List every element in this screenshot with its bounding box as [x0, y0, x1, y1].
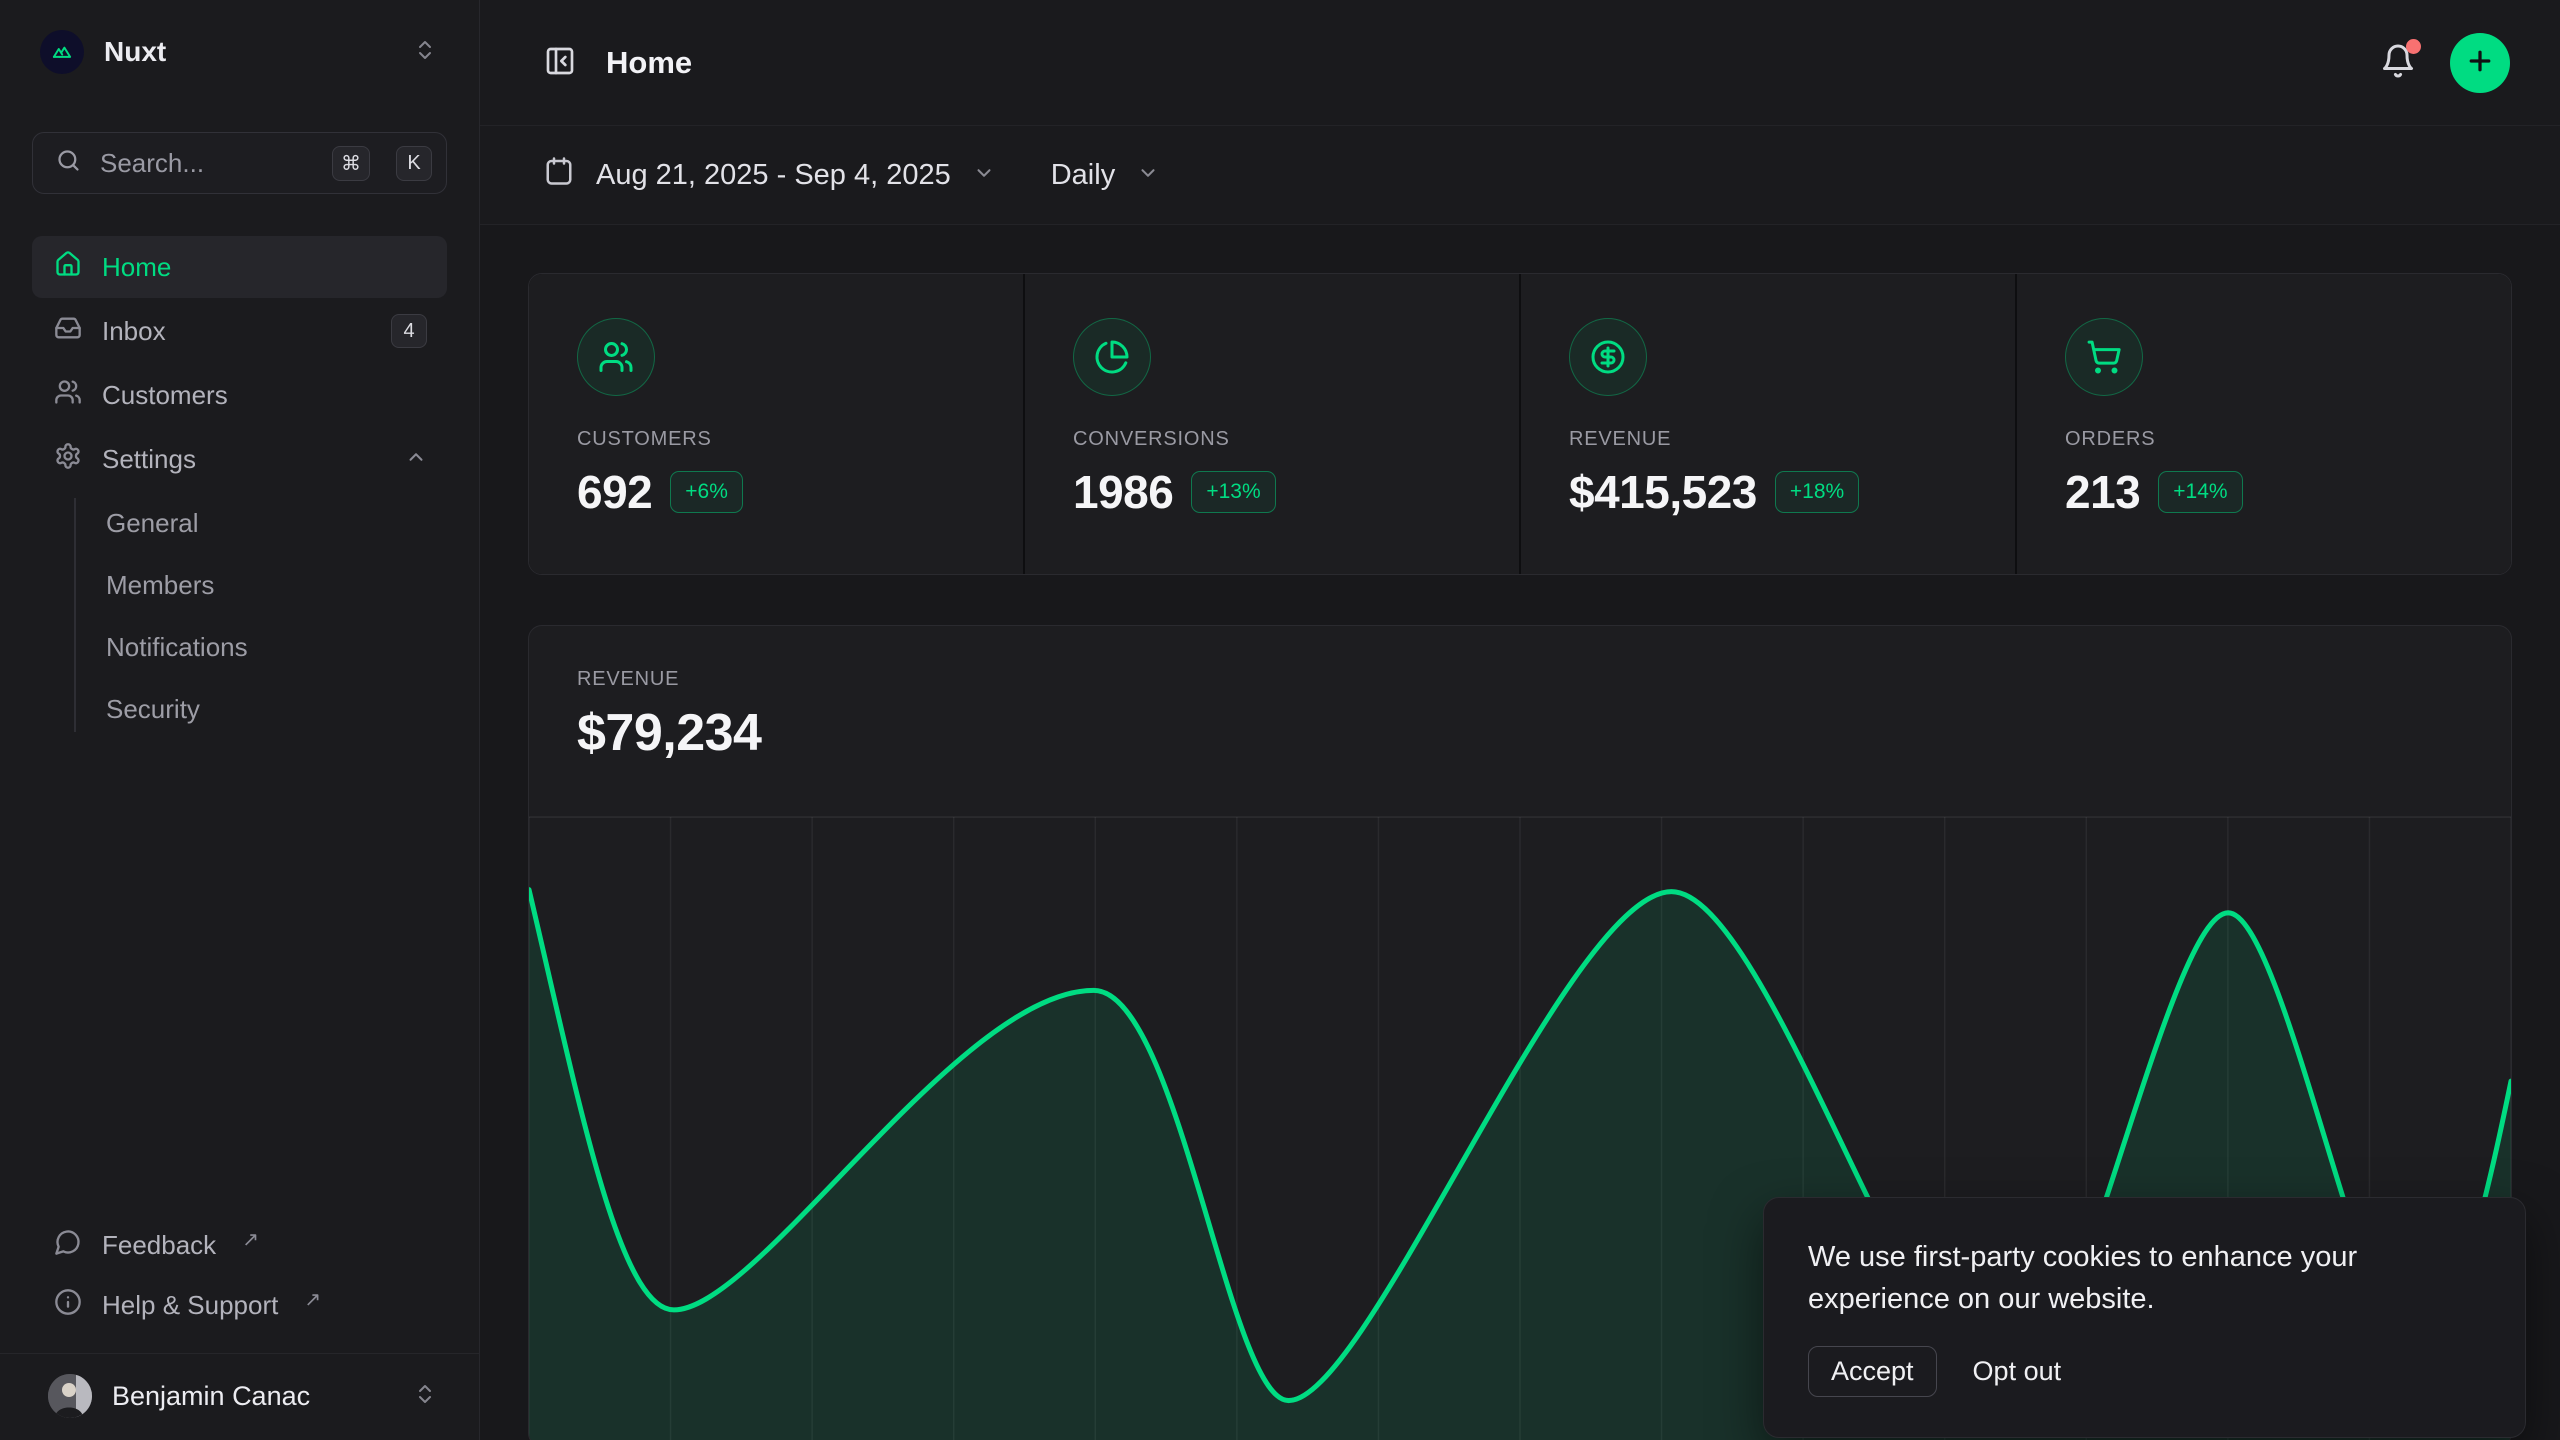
sidebar-item-members[interactable]: Members	[106, 554, 447, 616]
stat-label: CONVERSIONS	[1073, 428, 1471, 451]
search-bar[interactable]: ⌘ K	[32, 132, 447, 194]
sidebar-footer: Feedback ↗ Help & Support ↗	[32, 1217, 447, 1343]
granularity-select[interactable]: Daily	[1051, 159, 1159, 192]
stat-label: REVENUE	[1569, 428, 1967, 451]
accept-button[interactable]: Accept	[1808, 1346, 1937, 1397]
feedback-link[interactable]: Feedback ↗	[32, 1217, 447, 1273]
home-icon	[54, 250, 82, 285]
inbox-icon	[54, 314, 82, 349]
footer-item-label: Help & Support	[102, 1290, 278, 1321]
search-icon	[55, 147, 82, 179]
filters-toolbar: Aug 21, 2025 - Sep 4, 2025 Daily	[480, 126, 2560, 225]
opt-out-button[interactable]: Opt out	[1973, 1347, 2062, 1396]
sidebar-nav: Home Inbox 4 Customers Sett	[32, 236, 447, 740]
stat-label: ORDERS	[2065, 428, 2463, 451]
stat-delta-badge: +18%	[1775, 471, 1859, 513]
cookie-message: We use first-party cookies to enhance yo…	[1808, 1236, 2448, 1320]
stat-card-customers: CUSTOMERS 692 +6%	[529, 274, 1023, 574]
footer-item-label: Feedback	[102, 1230, 216, 1261]
add-button[interactable]	[2450, 33, 2510, 93]
collapse-sidebar-button[interactable]	[544, 45, 576, 80]
stat-card-orders: ORDERS 213 +14%	[2017, 274, 2511, 574]
user-name: Benjamin Canac	[112, 1381, 310, 1412]
stat-delta-badge: +14%	[2158, 471, 2242, 513]
kbd-meta: ⌘	[332, 146, 370, 181]
granularity-label: Daily	[1051, 159, 1115, 192]
calendar-icon	[544, 156, 574, 194]
sidebar: Nuxt ⌘ K Home	[0, 0, 480, 1440]
chevron-down-icon	[973, 159, 995, 192]
users-icon	[577, 318, 655, 396]
kbd-k: K	[396, 146, 432, 181]
team-switcher[interactable]: Nuxt	[32, 24, 447, 80]
stat-value: 213	[2065, 465, 2140, 519]
sidebar-item-notifications[interactable]: Notifications	[106, 616, 447, 678]
date-range-picker[interactable]: Aug 21, 2025 - Sep 4, 2025	[544, 156, 995, 194]
revenue-panel-label: REVENUE	[577, 668, 2463, 691]
sidebar-item-label: Inbox	[102, 316, 166, 347]
dollar-circle-icon	[1569, 318, 1647, 396]
external-link-icon: ↗	[304, 1287, 321, 1312]
inbox-count-badge: 4	[391, 314, 427, 348]
search-input[interactable]	[100, 148, 314, 179]
page-title: Home	[606, 45, 692, 81]
users-icon	[54, 378, 82, 413]
sidebar-item-inbox[interactable]: Inbox 4	[32, 300, 447, 362]
sidebar-item-label: Settings	[102, 444, 196, 475]
stat-value: 692	[577, 465, 652, 519]
chevrons-up-down-icon	[413, 38, 437, 67]
revenue-panel-value: $79,234	[577, 703, 2463, 763]
user-menu[interactable]: Benjamin Canac	[32, 1354, 447, 1440]
cookie-banner: We use first-party cookies to enhance yo…	[1763, 1197, 2526, 1438]
sidebar-item-label: Customers	[102, 380, 228, 411]
avatar	[48, 1374, 92, 1418]
stat-card-conversions: CONVERSIONS 1986 +13%	[1025, 274, 1519, 574]
gear-icon	[54, 442, 82, 477]
panel-left-close-icon	[544, 45, 576, 80]
app-root: Nuxt ⌘ K Home	[0, 0, 2560, 1440]
speech-bubble-icon	[54, 1228, 82, 1263]
date-range-label: Aug 21, 2025 - Sep 4, 2025	[596, 159, 951, 192]
notification-dot	[2406, 39, 2421, 54]
settings-submenu: General Members Notifications Security	[32, 492, 447, 740]
sidebar-item-label: Home	[102, 252, 171, 283]
chevrons-up-down-icon	[413, 1382, 437, 1411]
nuxt-logo-icon	[40, 30, 84, 74]
shopping-cart-icon	[2065, 318, 2143, 396]
sidebar-item-general[interactable]: General	[106, 492, 447, 554]
notifications-button[interactable]	[2380, 43, 2416, 82]
pie-chart-icon	[1073, 318, 1151, 396]
plus-icon	[2465, 46, 2495, 79]
brand-name: Nuxt	[104, 36, 166, 68]
page-header: Home	[480, 0, 2560, 126]
help-support-link[interactable]: Help & Support ↗	[32, 1277, 447, 1333]
stats-grid: CUSTOMERS 692 +6% CONVERSIONS 1986 +13%	[528, 273, 2512, 575]
sidebar-item-security[interactable]: Security	[106, 678, 447, 740]
stat-value: 1986	[1073, 465, 1173, 519]
sidebar-item-customers[interactable]: Customers	[32, 364, 447, 426]
stat-label: CUSTOMERS	[577, 428, 975, 451]
info-circle-icon	[54, 1288, 82, 1323]
stat-card-revenue: REVENUE $415,523 +18%	[1521, 274, 2015, 574]
stat-delta-badge: +13%	[1191, 471, 1275, 513]
external-link-icon: ↗	[242, 1227, 259, 1252]
chevron-up-icon	[405, 444, 427, 475]
stat-delta-badge: +6%	[670, 471, 743, 513]
stat-value: $415,523	[1569, 465, 1757, 519]
sidebar-item-settings[interactable]: Settings	[32, 428, 447, 490]
chevron-down-icon	[1137, 159, 1159, 192]
sidebar-item-home[interactable]: Home	[32, 236, 447, 298]
